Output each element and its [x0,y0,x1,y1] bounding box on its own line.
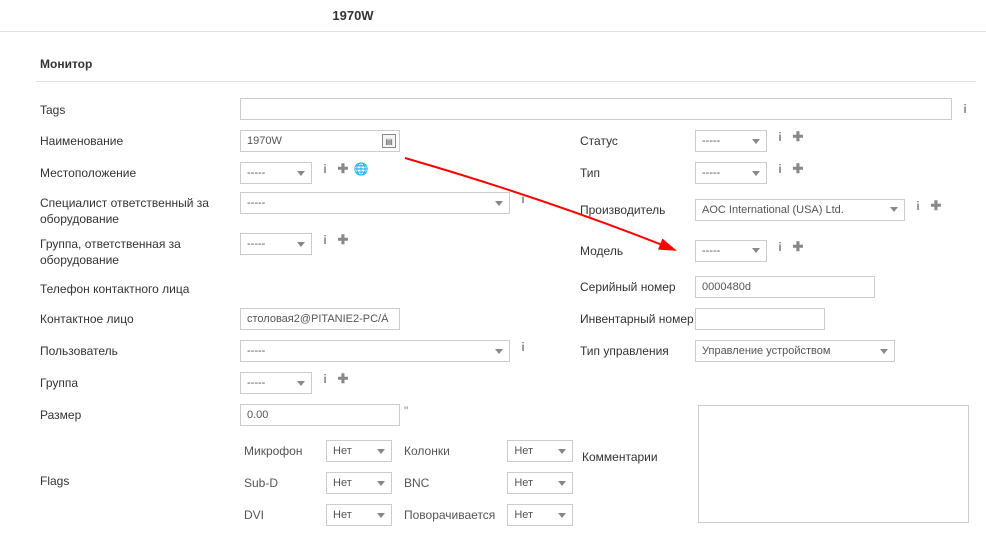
label-mgmt: Тип управления [580,340,695,360]
flags-table: Микрофон Нет Колонки Нет Sub-D Нет BNC Н… [242,434,585,532]
label-bnc: BNC [404,468,505,498]
info-icon[interactable]: i [911,199,925,213]
info-icon[interactable]: i [318,162,332,176]
label-location: Местоположение [40,162,240,182]
chevron-down-icon [377,481,385,486]
name-input[interactable] [240,130,400,152]
label-status: Статус [580,130,695,150]
info-icon[interactable]: i [516,340,530,354]
label-speakers: Колонки [404,436,505,466]
chevron-down-icon [297,171,305,176]
tags-input[interactable] [240,98,952,120]
info-icon[interactable]: i [773,240,787,254]
user-select[interactable]: ----- [240,340,510,362]
info-icon[interactable]: i [318,372,332,386]
section-header: Монитор [40,57,986,71]
page-title: 1970W [332,8,373,23]
info-icon[interactable]: i [773,130,787,144]
plus-icon[interactable]: ✚ [336,162,350,176]
manufacturer-select[interactable]: AOC International (USA) Ltd. [695,199,905,221]
inventory-input[interactable] [695,308,825,330]
status-select[interactable]: ----- [695,130,767,152]
mgmt-select[interactable]: Управление устройством [695,340,895,362]
autofill-icon[interactable]: ▤ [382,134,396,148]
label-pivot: Поворачивается [404,500,505,530]
label-serial: Серийный номер [580,276,695,296]
plus-icon[interactable]: ✚ [791,162,805,176]
chevron-down-icon [495,349,503,354]
label-tech-spec: Специалист ответственный за оборудование [40,192,240,227]
mic-select[interactable]: Нет [326,440,392,462]
chevron-down-icon [752,139,760,144]
chevron-down-icon [558,449,566,454]
label-mic: Микрофон [244,436,324,466]
plus-icon[interactable]: ✚ [791,130,805,144]
label-dvi: DVI [244,500,324,530]
label-comments: Комментарии [582,450,658,464]
tech-spec-select[interactable]: ----- [240,192,510,214]
plus-icon[interactable]: ✚ [791,240,805,254]
plus-icon[interactable]: ✚ [336,372,350,386]
location-select[interactable]: ----- [240,162,312,184]
chevron-down-icon [880,349,888,354]
size-unit: " [404,404,408,418]
speakers-select[interactable]: Нет [507,440,573,462]
pivot-select[interactable]: Нет [507,504,573,526]
comments-textarea[interactable] [698,405,969,523]
tech-group-select[interactable]: ----- [240,233,312,255]
label-type: Тип [580,162,695,182]
title-bar: 1970W [0,0,986,32]
plus-icon[interactable]: ✚ [929,199,943,213]
chevron-down-icon [297,242,305,247]
chevron-down-icon [297,381,305,386]
chevron-down-icon [558,481,566,486]
label-inventory: Инвентарный номер [580,308,695,328]
label-manufacturer: Производитель [580,199,695,219]
size-input[interactable] [240,404,400,426]
info-icon[interactable]: i [516,192,530,206]
info-icon[interactable]: i [958,102,972,116]
subd-select[interactable]: Нет [326,472,392,494]
chevron-down-icon [752,171,760,176]
bnc-select[interactable]: Нет [507,472,573,494]
label-size: Размер [40,404,240,424]
globe-icon[interactable]: 🌐 [354,162,368,176]
label-flags: Flags [40,434,240,490]
chevron-down-icon [752,248,760,253]
info-icon[interactable]: i [318,233,332,247]
chevron-down-icon [377,449,385,454]
plus-icon[interactable]: ✚ [336,233,350,247]
chevron-down-icon [495,201,503,206]
label-group: Группа [40,372,240,392]
label-tech-group: Группа, ответственная за оборудование [40,233,240,268]
label-subd: Sub-D [244,468,324,498]
dvi-select[interactable]: Нет [326,504,392,526]
label-contact: Контактное лицо [40,308,240,328]
serial-input[interactable] [695,276,875,298]
divider [36,81,976,82]
contact-input[interactable] [240,308,400,330]
chevron-down-icon [890,207,898,212]
label-contact-phone: Телефон контактного лица [40,278,240,298]
model-select[interactable]: ----- [695,240,767,262]
chevron-down-icon [558,513,566,518]
chevron-down-icon [377,513,385,518]
label-user: Пользователь [40,340,240,360]
label-tags: Tags [40,99,240,119]
label-model: Модель [580,240,695,260]
label-name: Наименование [40,130,240,150]
type-select[interactable]: ----- [695,162,767,184]
info-icon[interactable]: i [773,162,787,176]
group-select[interactable]: ----- [240,372,312,394]
